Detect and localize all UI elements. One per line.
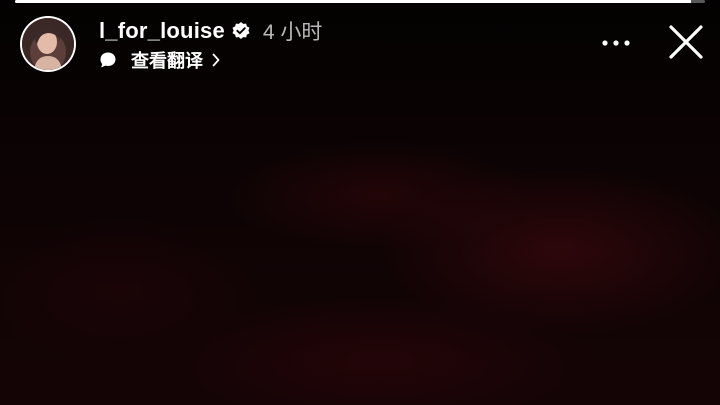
chevron-right-icon xyxy=(211,52,221,68)
verified-badge-icon xyxy=(231,21,251,41)
story-progress-bar xyxy=(15,0,705,3)
see-translation-label: 查看翻译 xyxy=(131,51,203,71)
story-header: l_for_louise 4 小时 查看翻译 xyxy=(20,15,720,75)
more-horizontal-icon xyxy=(601,34,631,52)
more-options-button[interactable] xyxy=(596,28,636,58)
close-button[interactable] xyxy=(664,22,708,66)
avatar[interactable] xyxy=(20,16,76,72)
user-line: l_for_louise 4 小时 xyxy=(99,17,322,45)
post-time: 4 小时 xyxy=(262,21,323,44)
close-icon xyxy=(668,24,704,65)
speech-bubble-icon xyxy=(99,51,117,69)
see-translation-link[interactable]: 查看翻译 xyxy=(99,49,221,71)
avatar-portrait xyxy=(22,18,74,70)
story-progress-fill xyxy=(15,0,692,3)
username[interactable]: l_for_louise xyxy=(99,18,225,44)
avatar-image xyxy=(22,18,74,70)
